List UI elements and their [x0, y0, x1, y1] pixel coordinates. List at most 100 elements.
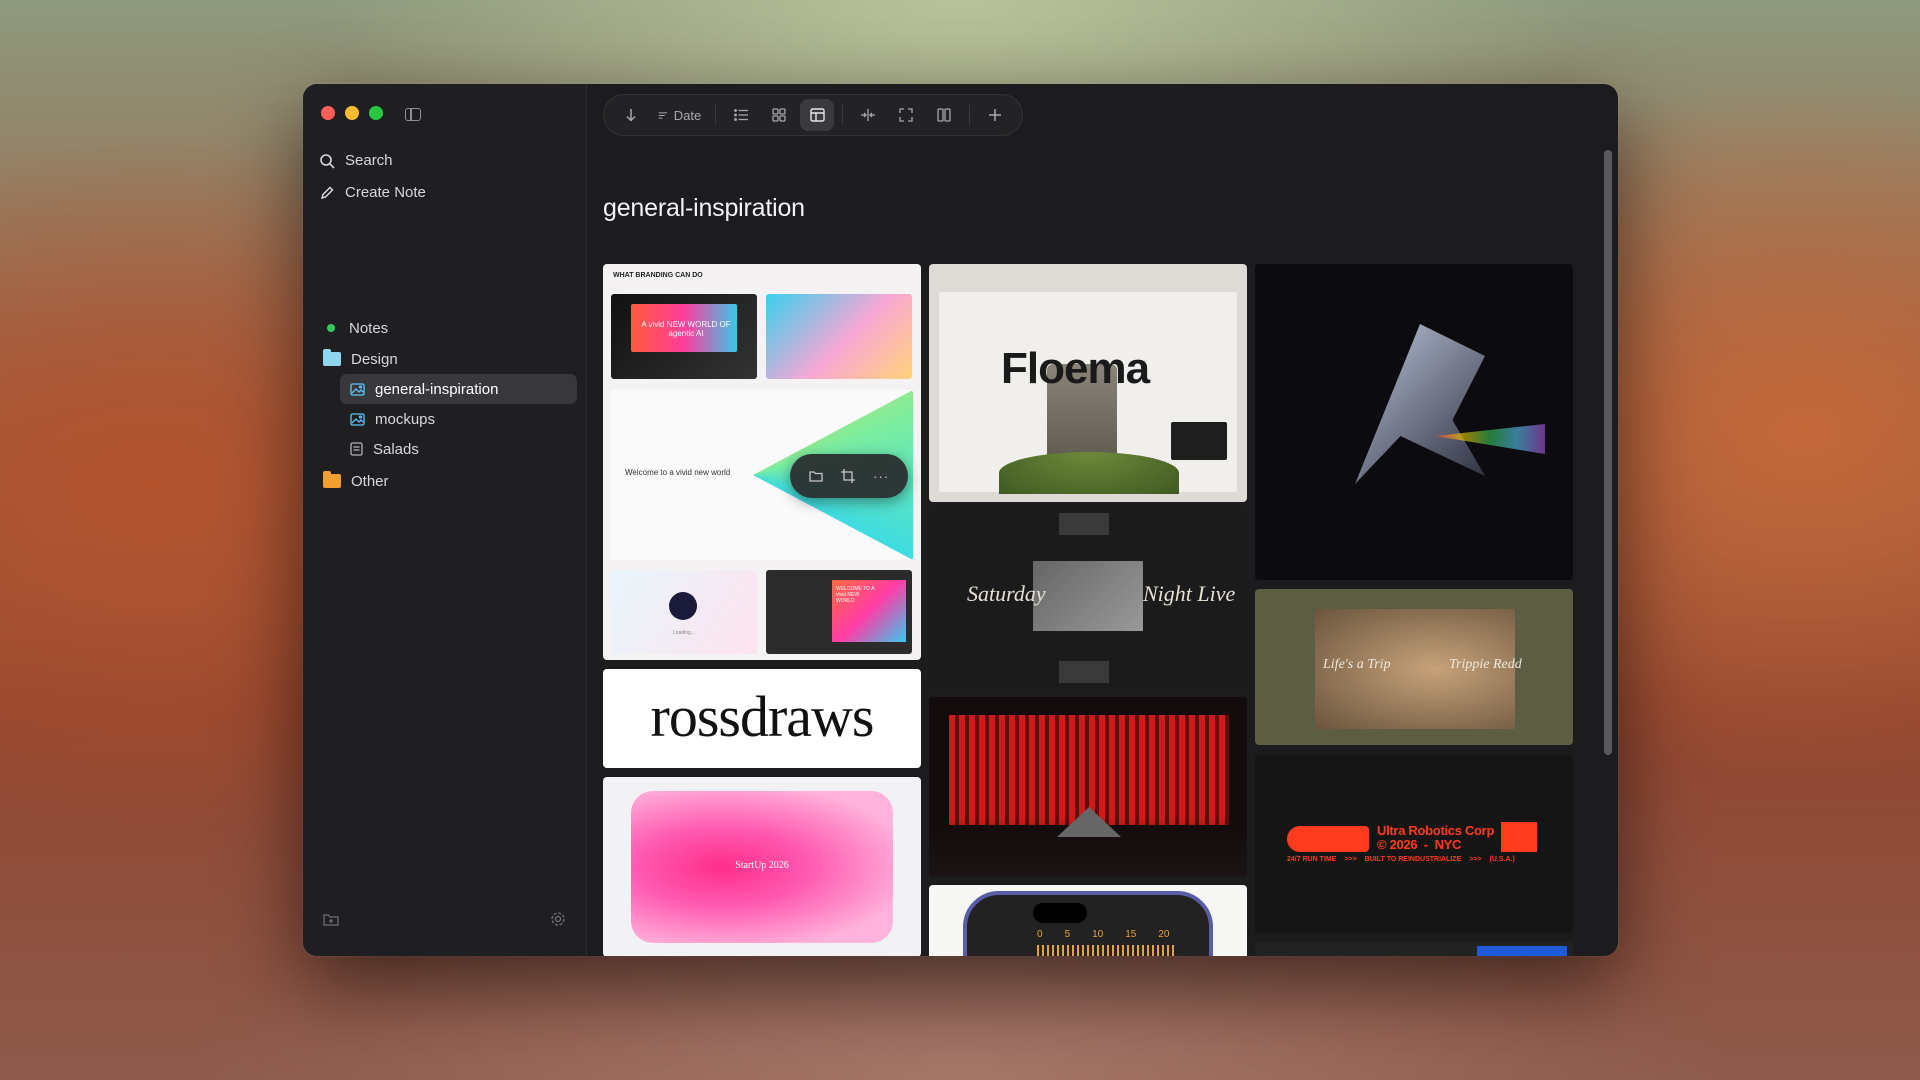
sidebar-item-design[interactable]: Design: [313, 344, 408, 374]
folder-icon: [323, 471, 341, 488]
split-icon: [861, 109, 876, 121]
app-window: Search Create Note Notes Design general-…: [303, 84, 1618, 956]
columns-icon: [937, 108, 951, 122]
ultra-year: © 2026: [1377, 837, 1418, 852]
folder-open-icon[interactable]: [809, 470, 824, 483]
add-button[interactable]: [978, 99, 1012, 131]
card-caption: StartUp 2026: [735, 860, 789, 871]
sidebar-item-general-inspiration[interactable]: general-inspiration: [340, 374, 577, 404]
masonry-view-button[interactable]: [800, 99, 835, 131]
window-controls: [321, 106, 383, 120]
card-caption: Trippie Redd: [1449, 657, 1522, 672]
split-button[interactable]: [851, 99, 885, 131]
sidebar-toggle-icon[interactable]: [405, 108, 421, 121]
card-thumbnail: A vivid NEW WORLD OF agentic AI: [611, 294, 757, 379]
card-caption: Ultra Robotics Corp © 2026 - NYC: [1377, 823, 1495, 852]
dial-tick: 10: [1092, 929, 1104, 940]
image-card-startup[interactable]: StartUp 2026: [603, 777, 921, 956]
dial-tick: 20: [1158, 929, 1170, 940]
card-logo: [1501, 822, 1537, 852]
crop-icon[interactable]: [841, 469, 856, 483]
image-card-red-glitch[interactable]: [929, 697, 1247, 877]
image-card-saturday-night-live[interactable]: Saturday Night Live: [929, 509, 1247, 689]
masonry-icon: [809, 108, 825, 122]
more-options-icon[interactable]: ···: [873, 469, 889, 484]
create-note-button[interactable]: Create Note: [319, 184, 426, 201]
ultra-tag: (U.S.A.): [1489, 856, 1515, 863]
image-card-phone-dial[interactable]: 0 5 10 15 20: [929, 885, 1247, 956]
search-label: Search: [345, 152, 393, 169]
new-folder-icon[interactable]: [323, 913, 339, 932]
main-content: Date general-inspiration WHAT BRANDING C…: [587, 84, 1618, 956]
columns-button[interactable]: [927, 99, 961, 131]
search-icon: [320, 153, 335, 169]
list-view-button[interactable]: [724, 99, 758, 131]
minimize-window-button[interactable]: [345, 106, 359, 120]
grid-view-button[interactable]: [762, 99, 796, 131]
card-caption: Floema: [1001, 344, 1150, 393]
card-thumbnail: [766, 294, 912, 379]
toolbar-divider: [842, 105, 844, 125]
image-card-rossdraws[interactable]: rossdraws: [603, 669, 921, 768]
sidebar-item-label: Notes: [349, 319, 389, 337]
card-caption: Night Live: [1143, 581, 1236, 606]
image-card-ultra-robotics[interactable]: Ultra Robotics Corp © 2026 - NYC 24/7 RU…: [1255, 754, 1573, 934]
sort-by-button[interactable]: Date: [652, 99, 707, 131]
card-caption: Welcome to a vivid new world: [625, 468, 731, 477]
note-icon: [350, 442, 363, 456]
close-window-button[interactable]: [321, 106, 335, 120]
sort-lines-icon: [658, 111, 667, 119]
sidebar-item-label: Other: [351, 472, 389, 490]
sidebar-item-other[interactable]: Other: [313, 466, 399, 496]
image-card-floema[interactable]: Floema: [929, 264, 1247, 502]
folder-icon: [323, 349, 341, 366]
card-caption: 24/7 RUN TIME >>> BUILT TO REINDUSTRIALIZ…: [1287, 856, 1515, 863]
ultra-city: NYC: [1434, 837, 1462, 852]
ultra-tag: 24/7 RUN TIME: [1287, 856, 1337, 863]
dial-tick: 5: [1064, 929, 1071, 940]
sidebar-item-notes[interactable]: Notes: [313, 313, 398, 343]
ultra-tag: BUILT TO REINDUSTRIALIZE: [1364, 856, 1462, 863]
image-card-trippie-redd[interactable]: Life's a Trip Trippie Redd: [1255, 589, 1573, 745]
list-icon: [733, 109, 748, 121]
card-caption: WELCOME TO A vivid NEW WORLD: [836, 586, 875, 604]
grid-icon: [772, 108, 786, 122]
card-thumbnail: WELCOME TO A vivid NEW WORLD: [766, 570, 912, 654]
pencil-icon: [320, 185, 334, 199]
toolbar-divider: [715, 105, 717, 125]
dial-ticks: 0 5 10 15 20: [1037, 929, 1170, 940]
sort-by-label: Date: [673, 107, 702, 123]
sidebar-item-label: general-inspiration: [375, 380, 499, 398]
image-icon: [350, 412, 365, 426]
image-card-glass-butterfly[interactable]: [1255, 264, 1573, 580]
notes-dot-icon: [327, 324, 335, 332]
sidebar-item-mockups[interactable]: mockups: [340, 404, 445, 434]
image-icon: [350, 382, 365, 396]
plus-icon: [989, 109, 1002, 121]
card-logo: [1287, 826, 1369, 852]
scrollbar[interactable]: [1604, 150, 1612, 755]
page-title: general-inspiration: [603, 194, 805, 222]
card-caption: Saturday: [967, 581, 1046, 606]
search-button[interactable]: Search: [319, 152, 393, 169]
sort-direction-button[interactable]: [614, 99, 648, 131]
dial-tick: 0: [1037, 929, 1043, 940]
card-caption: Loading...: [673, 630, 695, 636]
arrow-down-icon: [626, 109, 636, 122]
zoom-window-button[interactable]: [369, 106, 383, 120]
toolbar-divider: [969, 105, 971, 125]
image-card-dashboard[interactable]: [1255, 942, 1573, 956]
expand-icon: [899, 108, 913, 122]
settings-gear-icon[interactable]: [550, 911, 566, 932]
card-hover-actions: ···: [790, 454, 908, 498]
image-card-branding[interactable]: WHAT BRANDING CAN DO A vivid NEW WORLD O…: [603, 264, 921, 660]
sidebar-item-salads[interactable]: Salads: [340, 434, 429, 464]
create-note-label: Create Note: [345, 184, 426, 201]
dial-tick: 15: [1125, 929, 1137, 940]
card-thumbnail: Loading...: [611, 570, 757, 654]
sidebar-item-label: Design: [351, 350, 398, 368]
sidebar: Search Create Note Notes Design general-…: [303, 84, 587, 956]
fullscreen-button[interactable]: [889, 99, 923, 131]
sidebar-item-label: Salads: [373, 440, 419, 458]
ultra-title: Ultra Robotics Corp: [1377, 823, 1495, 838]
